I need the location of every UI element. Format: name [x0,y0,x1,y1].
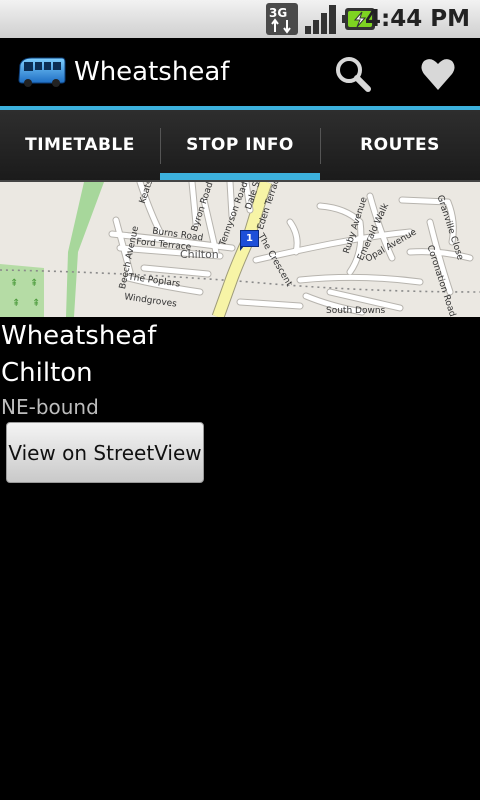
network-3g-icon: 3G [266,3,298,35]
map-label: Chilton [180,248,219,261]
heart-icon [421,59,455,90]
tab-timetable[interactable]: TIMETABLE [0,110,160,180]
app-title: Wheatsheaf [74,57,230,87]
status-bar: 3G 4:44 PM [0,0,480,38]
stop-direction: NE-bound [1,395,99,419]
search-icon [336,57,371,92]
stop-name: Wheatsheaf [1,321,157,351]
svg-text:⇞: ⇞ [12,298,20,309]
svg-text:⇞: ⇞ [10,278,18,289]
favourite-button[interactable] [414,52,464,96]
tab-stop-info[interactable]: STOP INFO [160,110,320,180]
search-button[interactable] [328,52,378,96]
marker-pointer [240,246,244,251]
tab-bar: TIMETABLE STOP INFO ROUTES [0,110,480,180]
tab-routes[interactable]: ROUTES [320,110,480,180]
clock: 4:44 PM [365,6,470,32]
svg-text:⇞: ⇞ [32,298,40,309]
stop-area: Chilton [1,358,93,388]
action-bar: Wheatsheaf [0,38,480,106]
streetview-button[interactable]: View on StreetView [6,422,204,483]
bus-icon[interactable] [18,56,66,88]
svg-text:3G: 3G [269,6,287,20]
signal-icon [305,5,336,34]
stop-map[interactable]: ⇞ ⇞ ⇞ ⇞ 1 Keats Road Byron Road Dale Str… [0,182,480,317]
marker-label: 1 [246,233,253,244]
map-label: South Downs [326,306,386,316]
svg-text:⇞: ⇞ [30,278,38,289]
